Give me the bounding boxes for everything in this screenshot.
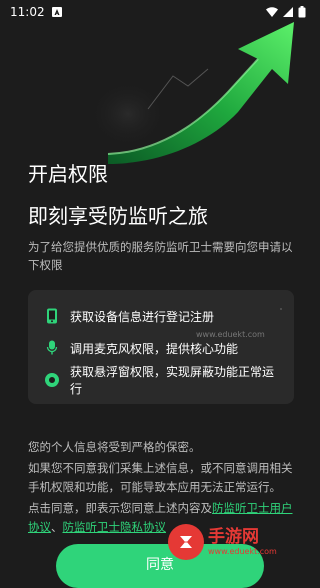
hero-arrow-illustration <box>88 14 320 164</box>
title-block: 开启权限 即刻享受防监听之旅 <box>28 160 208 230</box>
permission-intro-text: 为了给您提供优质的服务防监听卫士需要向您申请以下权限 <box>28 240 293 272</box>
notice-line-2: 如果您不同意我们采集上述信息，或不同意调用相关手机权限和功能，可能导致本应用无法… <box>28 461 293 494</box>
notification-a-icon <box>51 6 63 18</box>
watermark-logo: 手游网 www.eduekt.com <box>168 522 316 562</box>
watermark-badge-icon <box>168 524 204 560</box>
phone-icon <box>44 308 60 324</box>
microphone-icon <box>44 340 60 356</box>
status-time: 11:02 <box>10 5 45 19</box>
permission-item-device-info: 获取设备信息进行登记注册 <box>44 300 282 332</box>
watermark-main-text: 手游网 <box>208 527 259 547</box>
permission-label: 获取设备信息进行登记注册 <box>70 309 215 324</box>
card-dot-decoration <box>280 308 282 310</box>
privacy-policy-link[interactable]: 防监听卫士隐私协议 <box>63 520 167 534</box>
permission-label: 调用麦克风权限，提供核心功能 <box>70 341 239 356</box>
page-title: 开启权限 <box>28 162 108 186</box>
permission-label: 获取悬浮窗权限，实现屏蔽功能正常运行 <box>70 365 275 396</box>
link-separator: 、 <box>51 520 63 534</box>
watermark-faint-url: www.eduekt.com <box>196 330 265 339</box>
status-bar-left: 11:02 <box>10 5 63 19</box>
page-subtitle-headline: 即刻享受防监听之旅 <box>28 204 208 228</box>
floating-window-icon <box>44 372 60 388</box>
permission-item-floating-window: 获取悬浮窗权限，实现屏蔽功能正常运行 <box>44 364 282 396</box>
notice-line-1: 您的个人信息将受到严格的保密。 <box>28 440 201 454</box>
watermark-text: 手游网 www.eduekt.com <box>208 527 277 557</box>
watermark-site-text: www.eduekt.com <box>208 547 277 556</box>
permissions-card: 获取设备信息进行登记注册 调用麦克风权限，提供核心功能 获取悬浮窗权限，实现屏蔽… <box>28 290 294 404</box>
notice-line-3-prefix: 点击同意，即表示您同意上述内容及 <box>28 501 212 515</box>
